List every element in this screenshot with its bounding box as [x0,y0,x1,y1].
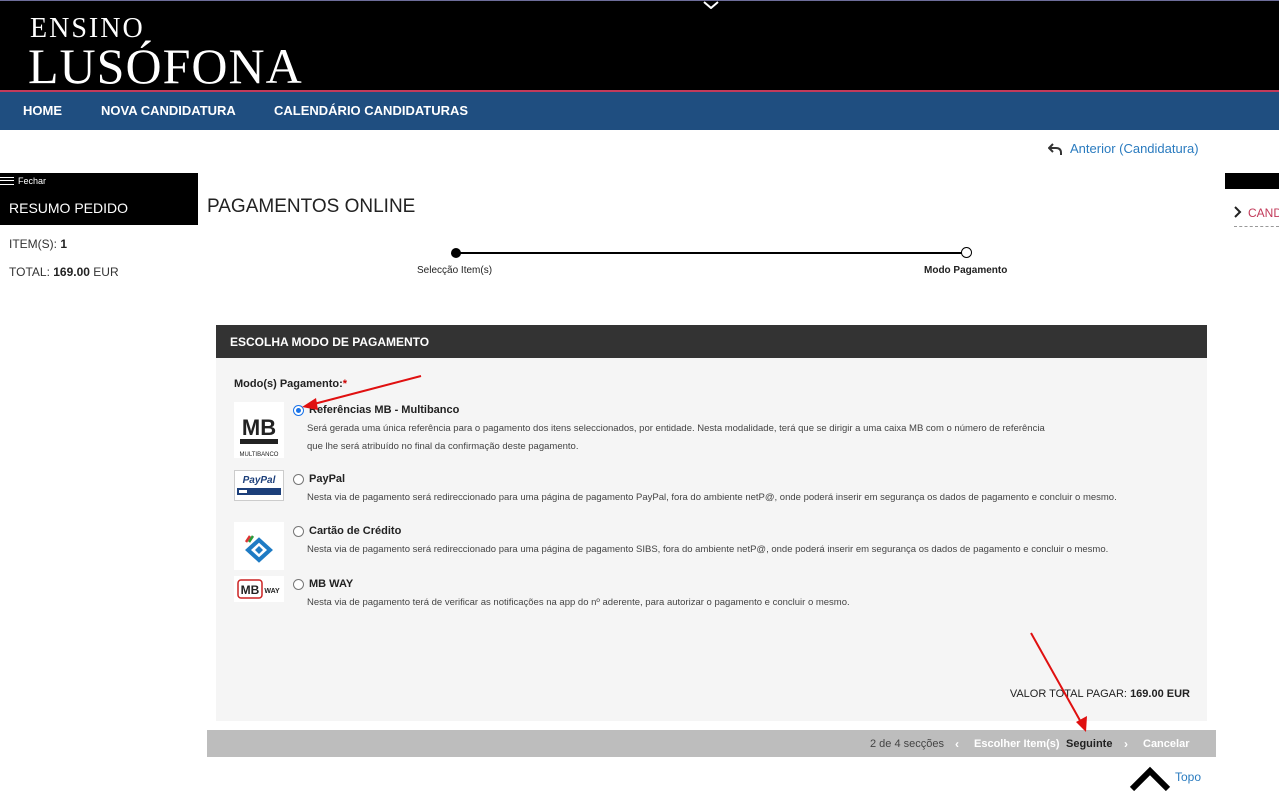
step-dot-done [451,248,461,258]
total-to-pay-value: 169.00 EUR [1130,688,1190,700]
nav-home[interactable]: HOME [23,103,62,118]
total-currency: EUR [93,265,119,279]
option-name-multibanco: Referências MB - Multibanco [309,404,460,416]
payment-box: Modo(s) Pagamento:* MB MULTIBANCO Referê… [216,358,1207,721]
right-sidebar-link-label: CAND [1248,206,1279,220]
option-name-paypal: PayPal [309,473,346,485]
cancel-button[interactable]: Cancelar [1143,738,1189,750]
main-nav: HOME NOVA CANDIDATURA CALENDÁRIO CANDIDA… [0,90,1279,130]
option-desc-line: Será gerada uma única referência para o … [307,423,1045,434]
close-label: Fechar [18,176,47,186]
option-desc-multibanco: Será gerada uma única referência para o … [307,420,1187,456]
back-link-label: Anterior (Candidatura) [1070,141,1199,156]
order-summary-title: RESUMO PEDIDO [9,200,129,216]
next-button[interactable]: Seguinte [1066,738,1112,750]
step-label-2: Modo Pagamento [924,265,1008,276]
total-label: TOTAL: [9,265,50,279]
nav-calendario-candidaturas[interactable]: CALENDÁRIO CANDIDATURAS [274,103,468,118]
option-desc-line: Nesta via de pagamento será redirecciona… [307,492,1117,503]
svg-text:MB: MB [242,415,276,440]
menu-icon [0,177,14,185]
undo-arrow-icon [1048,142,1062,155]
payment-box-title: ESCOLHA MODO DE PAGAMENTO [216,325,1207,358]
order-summary-panel: Fechar RESUMO PEDIDO [0,173,198,225]
payment-methods-label-text: Modo(s) Pagamento: [234,378,343,390]
svg-text:MB: MB [241,583,260,597]
option-desc-line: Nesta via de pagamento terá de verificar… [307,597,850,608]
items-value: 1 [60,237,68,251]
total-row: TOTAL: 169.00 EUR [9,265,119,279]
radio-paypal[interactable] [293,474,304,485]
progress-line [456,252,966,254]
site-header: ENSINO LUSÓFONA [0,0,1279,94]
svg-text:PayPal: PayPal [243,475,276,486]
paypal-logo: PayPal [234,470,284,501]
order-summary-header: Fechar RESUMO PEDIDO [0,173,198,225]
right-sidebar-link[interactable]: CAND [1234,206,1279,220]
required-mark: * [342,378,348,390]
back-step-button[interactable]: Escolher Item(s) [974,738,1060,750]
option-desc-paypal: Nesta via de pagamento será redirecciona… [307,489,1187,507]
chevron-down-icon[interactable] [703,1,719,9]
total-to-pay-label: VALOR TOTAL PAGAR: [1009,688,1127,700]
logo-line2: LUSÓFONA [28,38,303,94]
close-sidebar-button[interactable]: Fechar [0,176,46,186]
option-name-credit-card: Cartão de Crédito [309,525,402,537]
radio-credit-card[interactable] [293,526,304,537]
option-name-mbway: MB WAY [309,578,354,590]
radio-mbway[interactable] [293,579,304,590]
chevron-right-icon: › [1124,737,1128,751]
chevron-up-icon [1129,766,1171,792]
total-to-pay: VALOR TOTAL PAGAR: 169.00 EUR [1010,688,1190,700]
nav-nova-candidatura[interactable]: NOVA CANDIDATURA [101,103,236,118]
payment-methods-label: Modo(s) Pagamento:* [234,378,347,390]
step-dot-current [961,247,972,258]
svg-text:MULTIBANCO: MULTIBANCO [240,452,279,458]
section-counter: 2 de 4 secções [870,738,944,750]
wizard-footer: 2 de 4 secções ‹ Escolher Item(s) Seguin… [207,730,1216,757]
option-desc-line: Nesta via de pagamento será redirecciona… [307,544,1109,555]
back-to-top-label: Topo [1175,770,1202,784]
mbway-logo: MB WAY [234,576,284,602]
divider [1234,226,1279,227]
page-title: PAGAMENTOS ONLINE [207,196,416,217]
items-label: ITEM(S): [9,237,57,251]
option-desc-mbway: Nesta via de pagamento terá de verificar… [307,594,1187,612]
back-to-top-link[interactable]: Topo [1128,762,1208,792]
radio-multibanco[interactable] [293,405,304,416]
option-desc-credit-card: Nesta via de pagamento será redirecciona… [307,541,1187,559]
total-value: 169.00 [53,265,90,279]
chevron-left-icon: ‹ [955,737,959,751]
progress-steps: Selecção Item(s) Modo Pagamento [395,245,1035,285]
right-sidebar-header [1225,173,1279,189]
step-label-1: Selecção Item(s) [417,265,493,276]
sibs-card-logo [234,522,284,570]
chevron-right-icon [1234,206,1242,218]
svg-text:WAY: WAY [264,588,280,595]
back-link[interactable]: Anterior (Candidatura) [1048,141,1199,156]
items-count-row: ITEM(S): 1 [9,237,67,251]
multibanco-logo: MB MULTIBANCO [234,402,284,458]
option-desc-line: que lhe será atribuído no final da confi… [307,441,579,452]
